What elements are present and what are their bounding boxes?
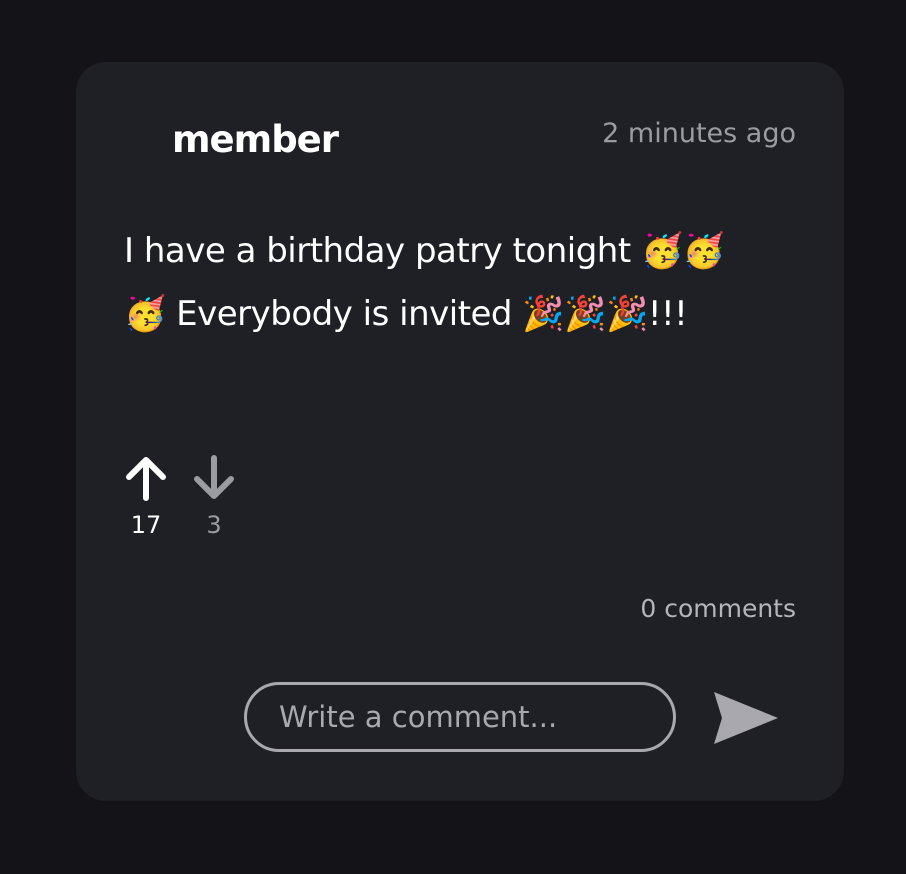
post-card: member 2 minutes ago I have a birthday p…: [76, 62, 844, 801]
send-button[interactable]: [710, 690, 780, 746]
arrow-up-icon[interactable]: [124, 454, 168, 502]
downvote-count: 3: [206, 511, 222, 539]
vote-controls: 17 3: [124, 454, 236, 540]
upvote-button[interactable]: 17: [124, 454, 168, 540]
post-author[interactable]: member: [172, 118, 339, 162]
send-icon: [714, 692, 778, 744]
upvote-count: 17: [130, 511, 162, 539]
comments-count-link[interactable]: 0 comments: [640, 594, 796, 624]
comment-input[interactable]: [244, 682, 676, 752]
post-body-line: 🥳 Everybody is invited 🎉🎉🎉!!!: [124, 294, 688, 334]
post-body: I have a birthday patry tonight 🥳🥳 🥳 Eve…: [124, 220, 784, 346]
post-timestamp: 2 minutes ago: [602, 118, 796, 149]
post-body-line: I have a birthday patry tonight 🥳🥳: [124, 231, 725, 271]
arrow-down-icon[interactable]: [192, 454, 236, 502]
downvote-button[interactable]: 3: [192, 454, 236, 540]
